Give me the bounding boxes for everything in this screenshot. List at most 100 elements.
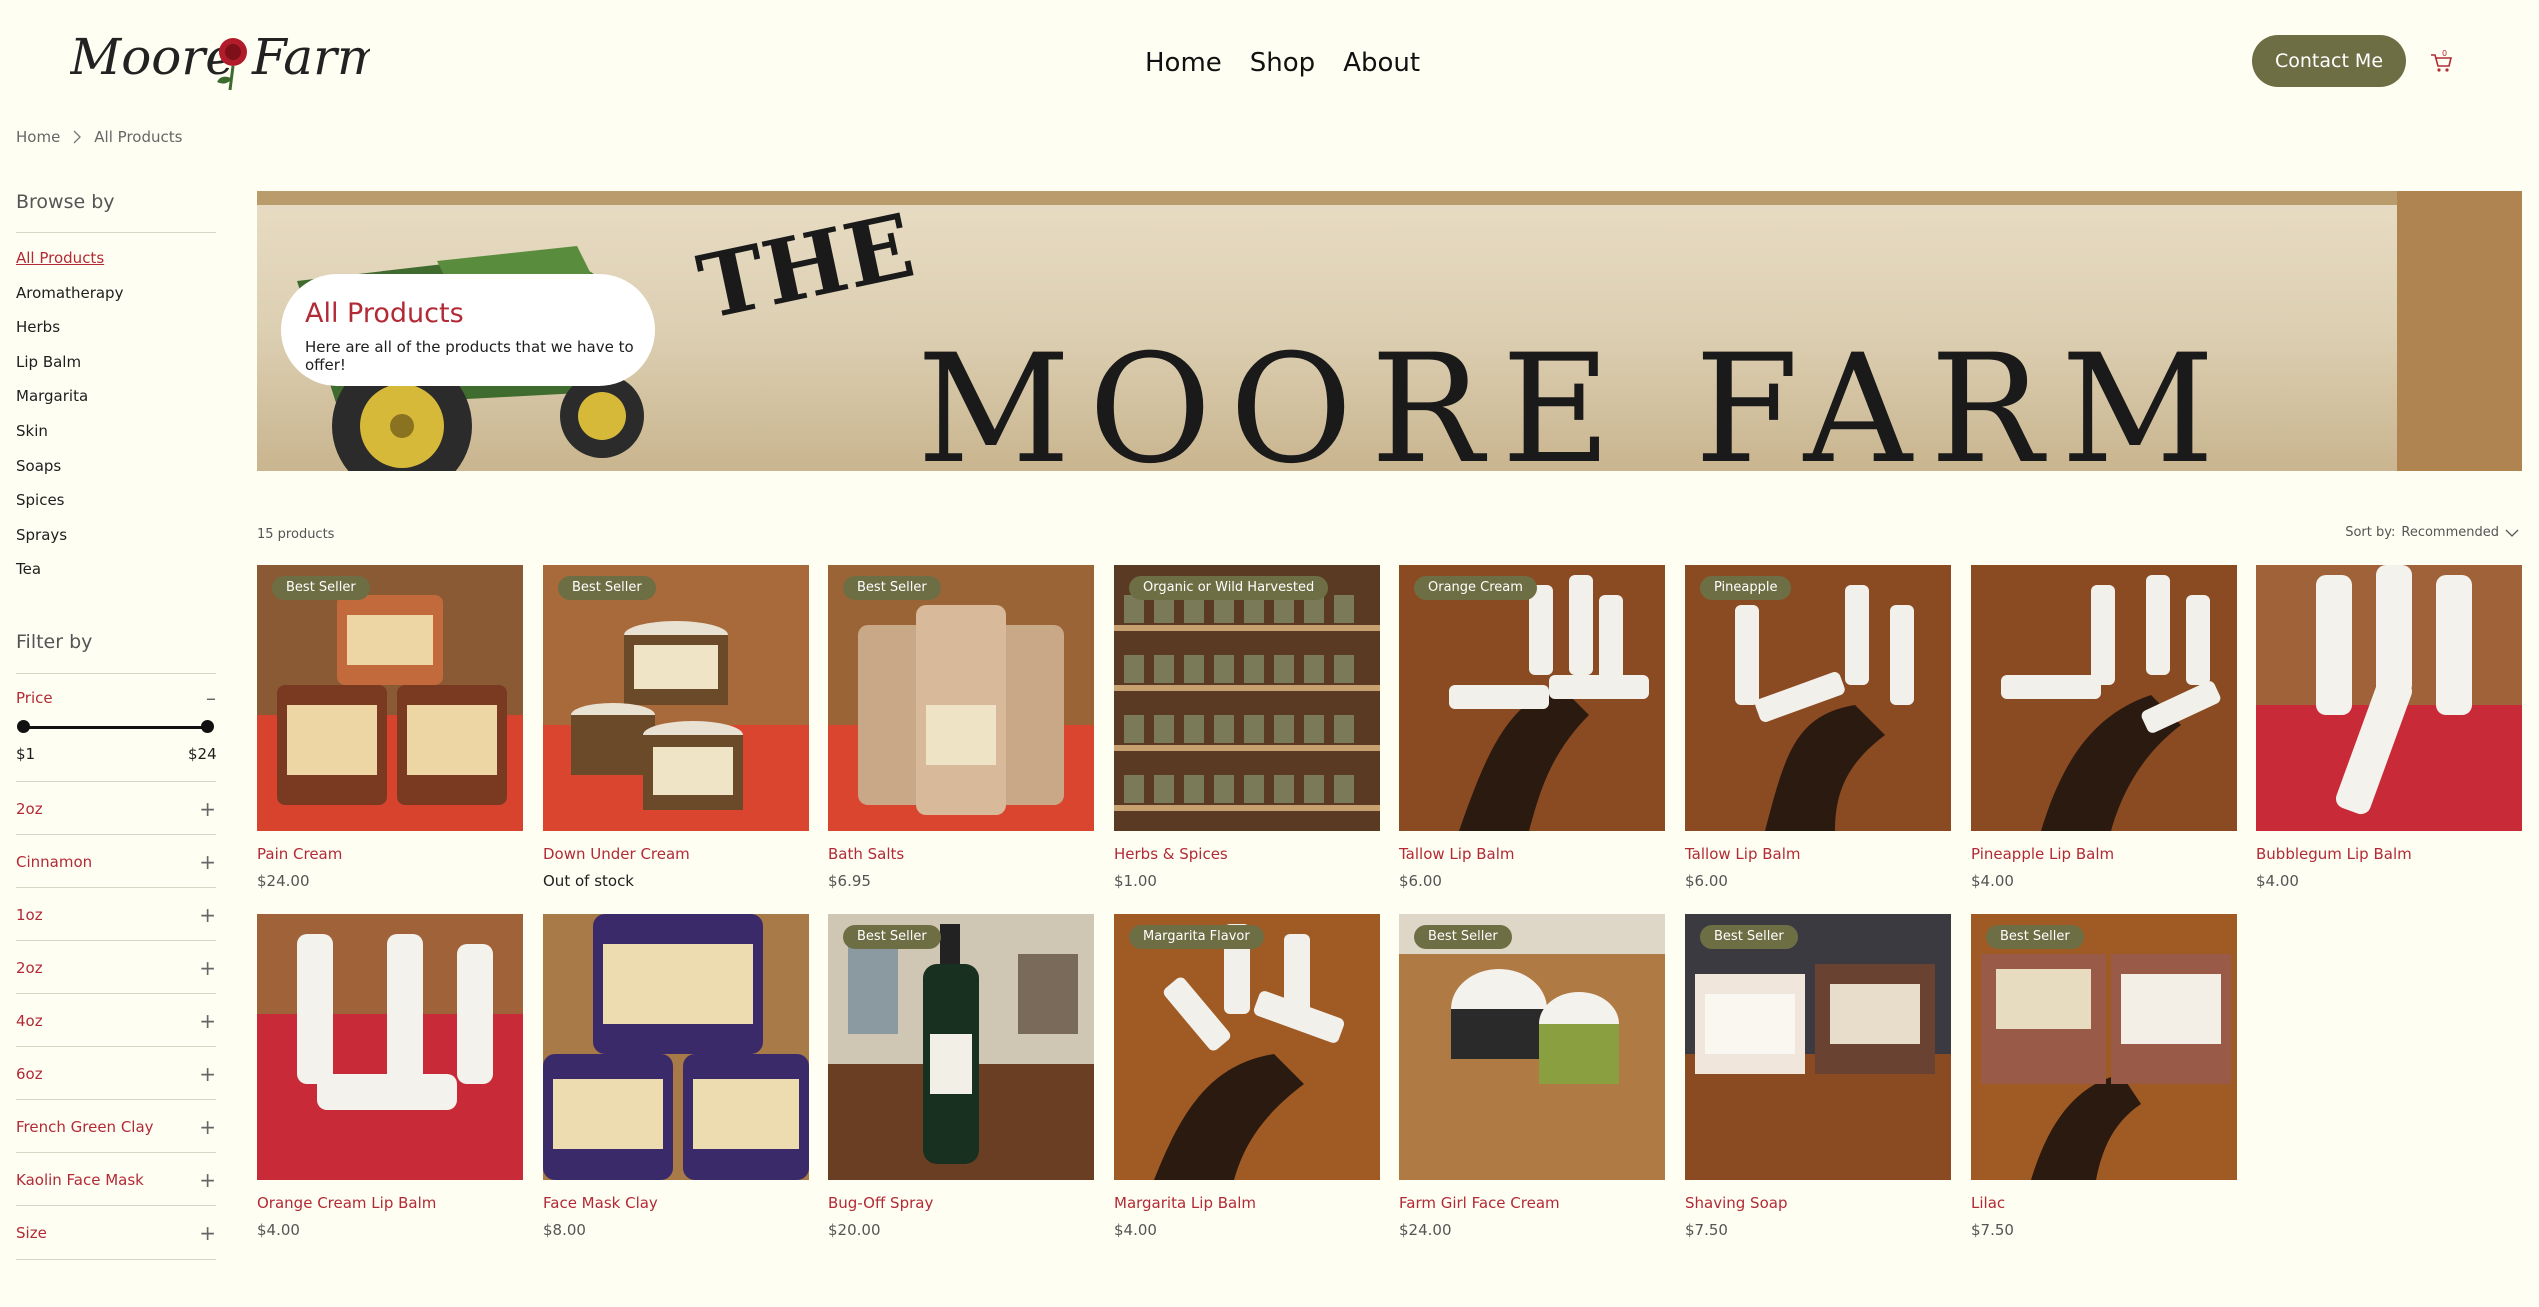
product-name[interactable]: Herbs & Spices <box>1114 845 1380 863</box>
filter-price[interactable]: Price – <box>16 688 216 708</box>
product-image[interactable]: Pineapple <box>1685 565 1951 831</box>
category-skin[interactable]: Skin <box>16 421 123 456</box>
filter-1oz[interactable]: 1oz + <box>16 905 216 925</box>
minus-icon: – <box>206 686 216 710</box>
product-image[interactable] <box>2256 565 2522 831</box>
category-soaps[interactable]: Soaps <box>16 456 123 491</box>
breadcrumb-home[interactable]: Home <box>16 128 60 146</box>
category-margarita[interactable]: Margarita <box>16 386 123 421</box>
product-card[interactable]: Margarita Flavor Margarita Lip Balm $4.0… <box>1114 914 1380 1239</box>
product-ribbon: Best Seller <box>272 576 370 600</box>
filter-kaolin-face-mask[interactable]: Kaolin Face Mask + <box>16 1170 216 1190</box>
category-all-products[interactable]: All Products <box>16 248 123 283</box>
product-name[interactable]: Tallow Lip Balm <box>1685 845 1951 863</box>
divider <box>16 1205 216 1206</box>
product-image[interactable] <box>1971 565 2237 831</box>
product-name[interactable]: Down Under Cream <box>543 845 809 863</box>
product-image[interactable]: Margarita Flavor <box>1114 914 1380 1180</box>
category-spices[interactable]: Spices <box>16 490 123 525</box>
filter-2oz-size[interactable]: 2oz + <box>16 958 216 978</box>
divider <box>16 993 216 994</box>
product-card[interactable]: Best Seller Pain Cream $24.00 <box>257 565 523 890</box>
product-card[interactable]: Bubblegum Lip Balm $4.00 <box>2256 565 2522 890</box>
filter-4oz[interactable]: 4oz + <box>16 1011 216 1031</box>
sort-dropdown[interactable]: Sort by: Recommended <box>2345 525 2519 540</box>
divider <box>16 940 216 941</box>
product-price: $6.00 <box>1399 872 1442 890</box>
product-name[interactable]: Orange Cream Lip Balm <box>257 1194 523 1212</box>
divider <box>16 1259 216 1260</box>
category-tea[interactable]: Tea <box>16 559 123 594</box>
category-aromatherapy[interactable]: Aromatherapy <box>16 283 123 318</box>
product-name[interactable]: Margarita Lip Balm <box>1114 1194 1380 1212</box>
contact-me-button[interactable]: Contact Me <box>2252 35 2406 87</box>
price-max-value: $24 <box>188 745 217 763</box>
product-card[interactable]: Orange Cream Lip Balm $4.00 <box>257 914 523 1239</box>
product-image[interactable]: Best Seller <box>257 565 523 831</box>
plus-icon: + <box>199 1009 216 1033</box>
product-name[interactable]: Bubblegum Lip Balm <box>2256 845 2522 863</box>
price-slider-max-handle[interactable] <box>201 720 214 733</box>
product-image[interactable]: Best Seller <box>1971 914 2237 1180</box>
plus-icon: + <box>199 850 216 874</box>
product-price: $8.00 <box>543 1221 586 1239</box>
price-slider-min-handle[interactable] <box>17 720 30 733</box>
product-ribbon: Pineapple <box>1700 576 1792 600</box>
product-image[interactable] <box>543 914 809 1180</box>
product-card[interactable]: Orange Cream Tallow Lip Balm $6.00 <box>1399 565 1665 890</box>
product-image[interactable]: Best Seller <box>543 565 809 831</box>
product-name[interactable]: Farm Girl Face Cream <box>1399 1194 1665 1212</box>
product-ribbon: Margarita Flavor <box>1129 925 1264 949</box>
product-name[interactable]: Face Mask Clay <box>543 1194 809 1212</box>
cart-icon[interactable]: 0 <box>2428 48 2454 74</box>
product-name[interactable]: Pain Cream <box>257 845 523 863</box>
filter-6oz[interactable]: 6oz + <box>16 1064 216 1084</box>
product-card[interactable]: Organic or Wild Harvested Herbs & Spices… <box>1114 565 1380 890</box>
product-card[interactable]: Best Seller Bath Salts $6.95 <box>828 565 1094 890</box>
filter-2oz[interactable]: 2oz + <box>16 799 216 819</box>
farm-girl-face-cream-photo <box>1399 914 1665 1180</box>
site-logo[interactable]: Moore Farm <box>69 22 384 98</box>
product-card[interactable]: Best Seller Lilac $7.50 <box>1971 914 2237 1239</box>
filter-price-label: Price <box>16 689 53 707</box>
filter-size[interactable]: Size + <box>16 1223 216 1243</box>
bug-off-spray-photo <box>828 914 1094 1180</box>
nav-home[interactable]: Home <box>1145 48 1222 78</box>
product-card[interactable]: Pineapple Lip Balm $4.00 <box>1971 565 2237 890</box>
category-sprays[interactable]: Sprays <box>16 525 123 560</box>
product-card[interactable]: Best Seller Bug-Off Spray $20.00 <box>828 914 1094 1239</box>
product-image[interactable]: Best Seller <box>1399 914 1665 1180</box>
product-image[interactable]: Best Seller <box>828 565 1094 831</box>
product-name[interactable]: Tallow Lip Balm <box>1399 845 1665 863</box>
product-name[interactable]: Bath Salts <box>828 845 1094 863</box>
product-name[interactable]: Lilac <box>1971 1194 2237 1212</box>
filter-cinnamon[interactable]: Cinnamon + <box>16 852 216 872</box>
product-card[interactable]: Pineapple Tallow Lip Balm $6.00 <box>1685 565 1951 890</box>
filter-french-green-clay[interactable]: French Green Clay + <box>16 1117 216 1137</box>
product-card[interactable]: Face Mask Clay $8.00 <box>543 914 809 1239</box>
divider <box>16 673 216 674</box>
chevron-right-icon <box>73 130 82 144</box>
down-under-cream-photo <box>543 565 809 831</box>
product-image[interactable]: Best Seller <box>828 914 1094 1180</box>
filter-label: Cinnamon <box>16 853 93 871</box>
product-image[interactable]: Orange Cream <box>1399 565 1665 831</box>
product-name[interactable]: Shaving Soap <box>1685 1194 1951 1212</box>
product-price: $24.00 <box>257 872 310 890</box>
product-card[interactable]: Best Seller Down Under Cream Out of stoc… <box>543 565 809 890</box>
category-lip-balm[interactable]: Lip Balm <box>16 352 123 387</box>
product-price: $1.00 <box>1114 872 1157 890</box>
product-image[interactable]: Best Seller <box>1685 914 1951 1180</box>
product-name[interactable]: Pineapple Lip Balm <box>1971 845 2237 863</box>
banner-card: All Products Here are all of the product… <box>281 274 655 386</box>
product-image[interactable] <box>257 914 523 1180</box>
nav-about[interactable]: About <box>1343 48 1420 78</box>
product-card[interactable]: Best Seller Shaving Soap $7.50 <box>1685 914 1951 1239</box>
product-name[interactable]: Bug-Off Spray <box>828 1194 1094 1212</box>
nav-shop[interactable]: Shop <box>1250 48 1315 78</box>
price-slider-track[interactable] <box>22 726 208 729</box>
product-ribbon: Orange Cream <box>1414 576 1537 600</box>
category-herbs[interactable]: Herbs <box>16 317 123 352</box>
product-card[interactable]: Best Seller Farm Girl Face Cream $24.00 <box>1399 914 1665 1239</box>
product-image[interactable]: Organic or Wild Harvested <box>1114 565 1380 831</box>
